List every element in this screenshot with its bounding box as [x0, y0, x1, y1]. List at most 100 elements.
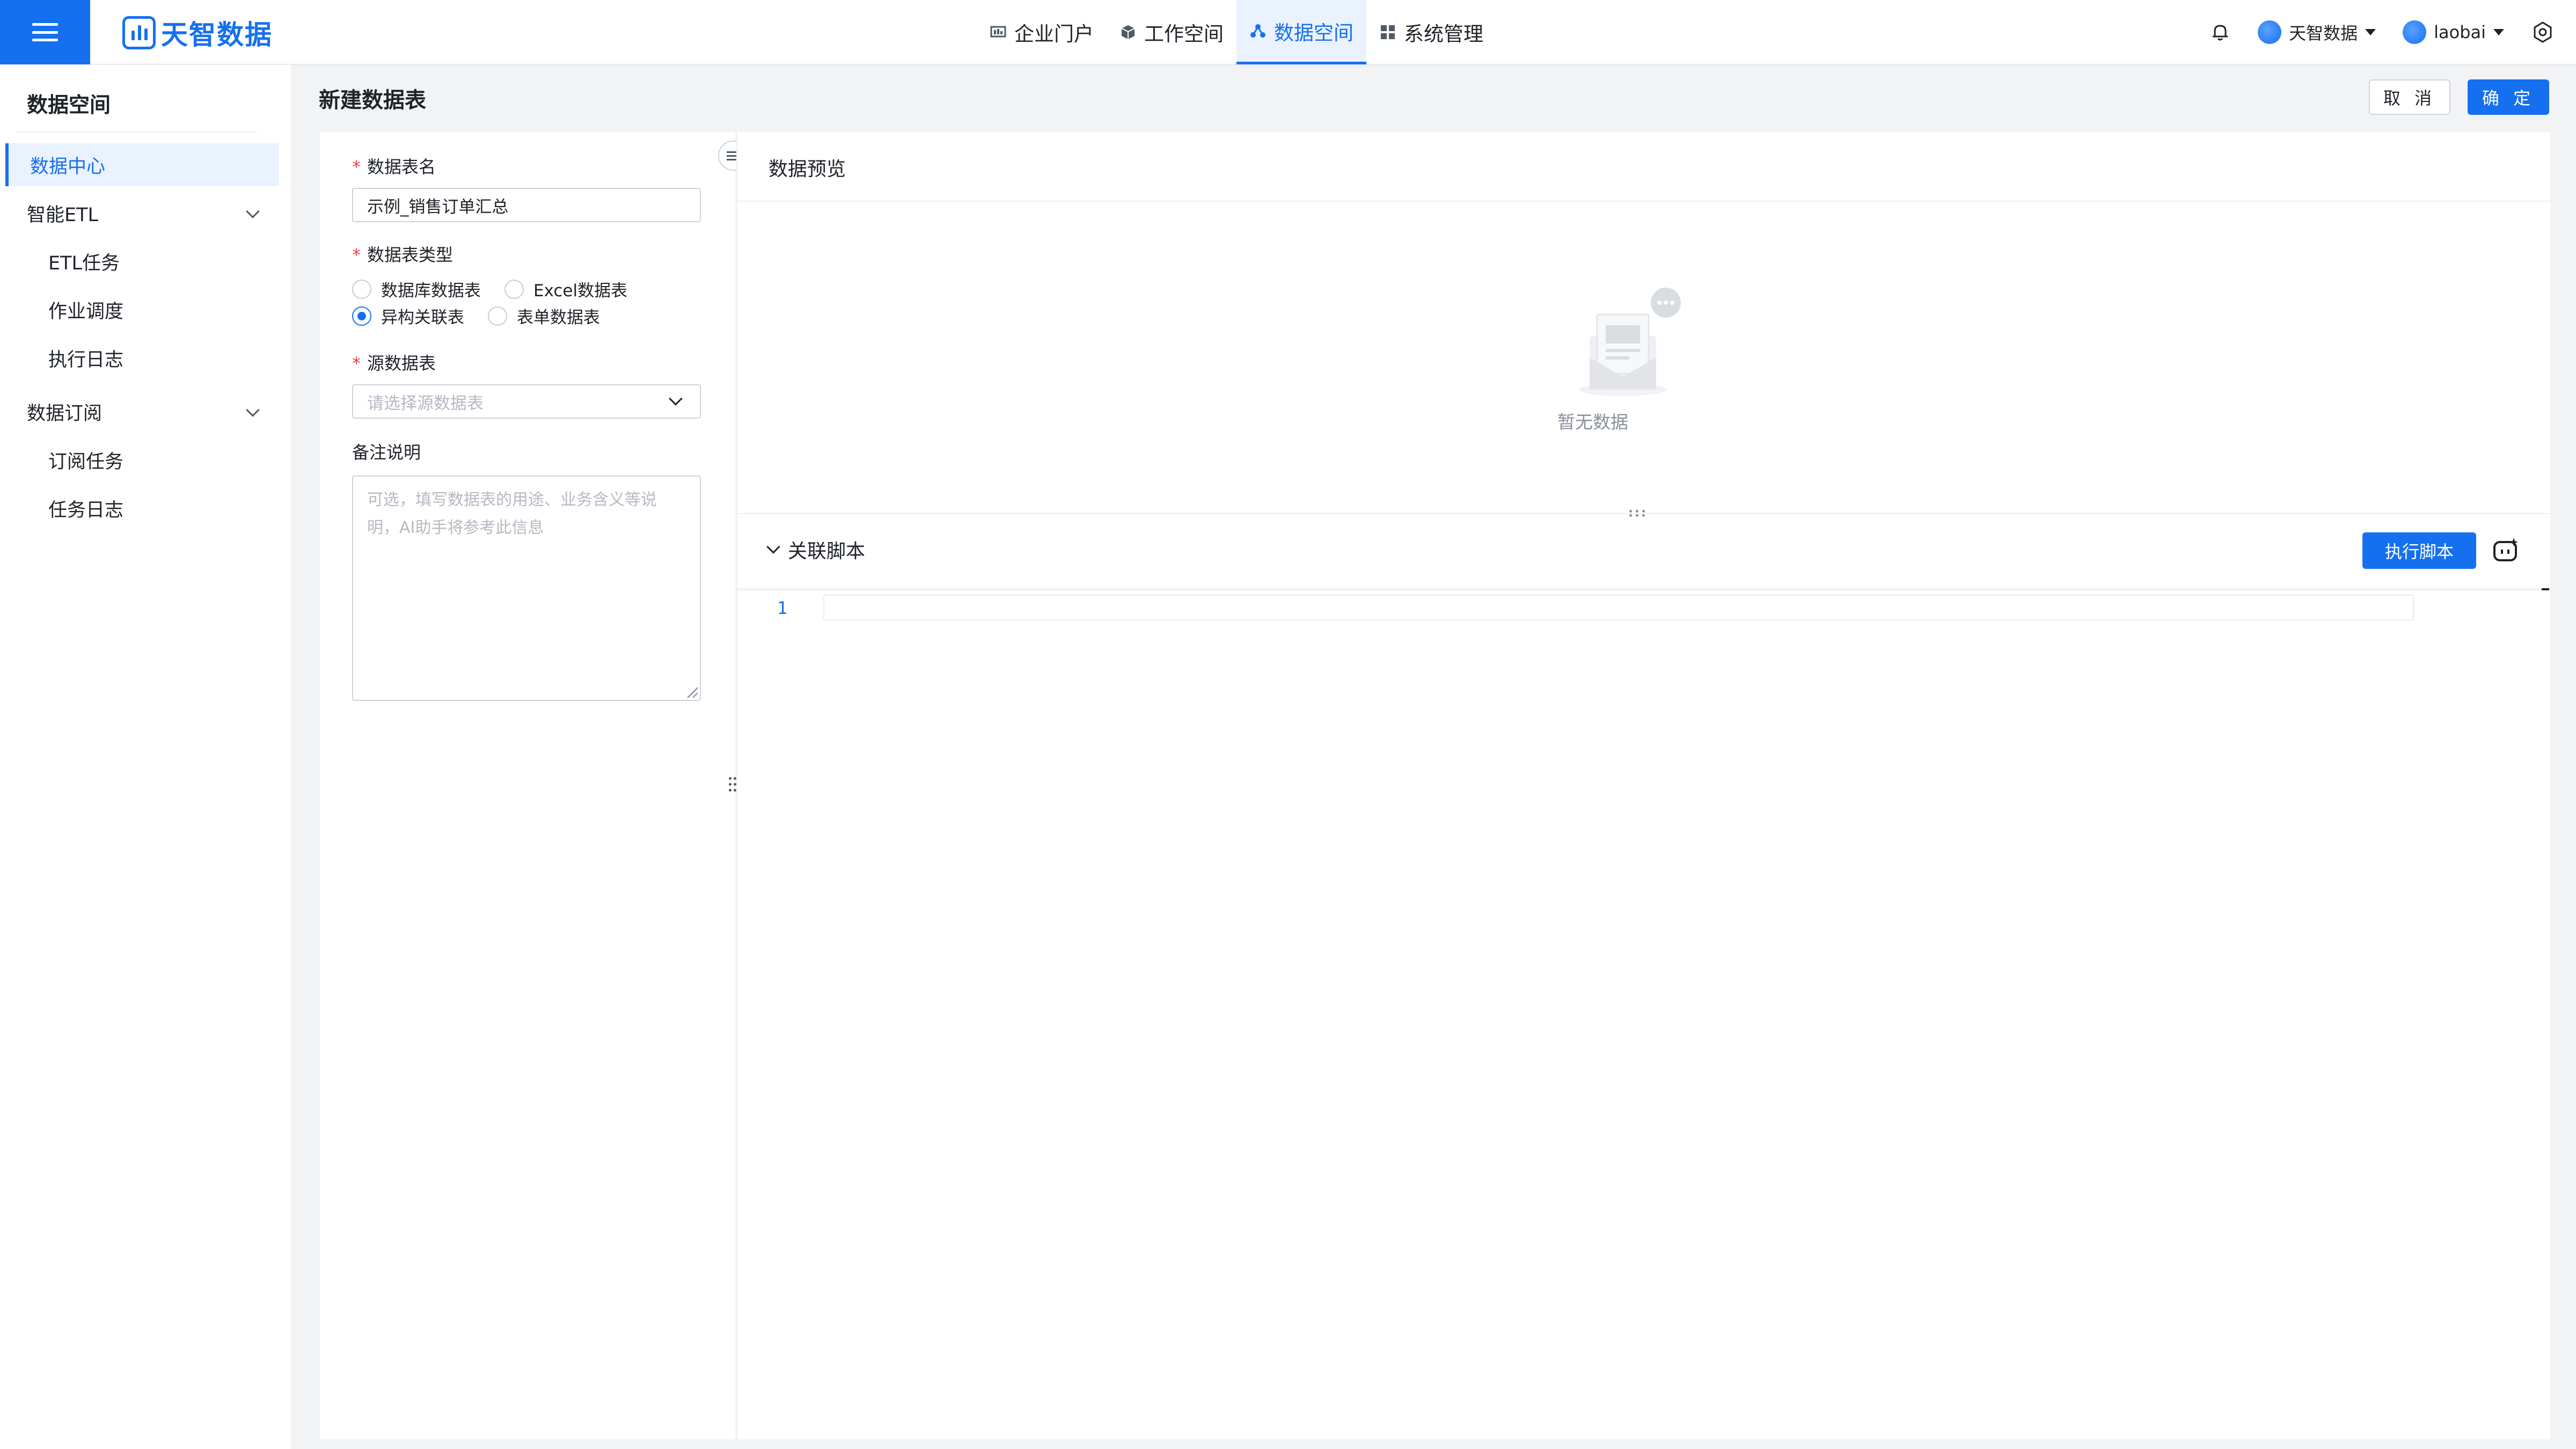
- sidebar: 数据空间 数据中心 智能ETL ETL任务 作业调度 执行日志 数据订阅 订阅任…: [0, 65, 291, 1449]
- sidebar-item-data-center[interactable]: 数据中心: [5, 143, 279, 186]
- avatar: [2403, 20, 2427, 44]
- user-name: laobai: [2434, 22, 2486, 42]
- sidebar-item-label: 执行日志: [48, 349, 124, 371]
- radio-label: 表单数据表: [517, 308, 600, 327]
- nav-label-system: 系统管理: [1404, 23, 1483, 46]
- logo-icon: [122, 16, 156, 49]
- sidebar-item-smart-etl[interactable]: 智能ETL: [5, 192, 279, 235]
- sidebar-item-label: 数据订阅: [27, 402, 103, 425]
- radio-form-table[interactable]: 表单数据表: [488, 304, 600, 328]
- caret-down-icon: [2493, 29, 2504, 35]
- nav-item-workspace[interactable]: 工作空间: [1107, 0, 1236, 64]
- sidebar-item-job-schedule[interactable]: 作业调度: [5, 288, 279, 331]
- ai-assistant-icon[interactable]: [2490, 536, 2522, 566]
- source-table-label: * 源数据表: [352, 350, 436, 375]
- nav-label-workspace: 工作空间: [1144, 23, 1224, 46]
- user-menu[interactable]: laobai: [2403, 20, 2504, 44]
- radio-circle-checked: [352, 306, 371, 326]
- source-table-label-text: 源数据表: [367, 353, 436, 374]
- sidebar-item-etl-tasks[interactable]: ETL任务: [5, 240, 279, 283]
- radio-label: 异构关联表: [381, 308, 464, 327]
- empty-state-text: 暂无数据: [1557, 412, 1628, 433]
- form-panel: * 数据表名 示例_销售订单汇总 * 数据表类型 数据库数据表 Excel数据表 异…: [320, 132, 735, 1439]
- radio-label: Excel数据表: [533, 281, 628, 301]
- chevron-down-icon: [246, 403, 260, 417]
- radio-circle: [488, 306, 507, 326]
- main-nav: 企业门户 工作空间 数据空间 系统管理: [977, 0, 1496, 64]
- hamburger-menu-button[interactable]: [0, 0, 90, 64]
- org-logo-icon: [2258, 20, 2282, 44]
- sidebar-item-label: 数据中心: [30, 156, 106, 178]
- chevron-down-icon: [246, 204, 260, 218]
- nav-label-portal: 企业门户: [1014, 23, 1094, 46]
- code-editor[interactable]: 1: [737, 588, 2551, 1439]
- source-table-select[interactable]: 请选择源数据表: [352, 384, 701, 419]
- note-placeholder: 可选，填写数据表的用途、业务含义等说明，AI助手将参考此信息: [367, 491, 657, 537]
- radio-heterogeneous-table[interactable]: 异构关联表: [352, 304, 464, 328]
- sidebar-item-label: 作业调度: [48, 301, 124, 323]
- table-name-input[interactable]: 示例_销售订单汇总: [352, 188, 701, 222]
- nav-item-portal[interactable]: 企业门户: [977, 0, 1107, 64]
- sidebar-item-subscribe-tasks[interactable]: 订阅任务: [5, 438, 279, 481]
- table-type-row-1: 数据库数据表 Excel数据表: [352, 277, 627, 301]
- empty-inbox-icon: [1579, 288, 1681, 396]
- resize-handle-icon[interactable]: [687, 687, 698, 698]
- required-mark: *: [352, 245, 361, 265]
- preview-and-script-panel: 数据预览 暂无数据 关联脚本 执行脚本 1: [736, 132, 2551, 1439]
- radio-circle: [504, 279, 524, 299]
- chevron-down-icon: [766, 540, 780, 554]
- top-header: 天智数据 企业门户 工作空间 数据空间 系统管理 天智数据 laobai: [0, 0, 2576, 64]
- current-line-highlight[interactable]: [823, 595, 2414, 620]
- required-mark: *: [352, 157, 361, 177]
- data-space-icon: [1250, 24, 1265, 38]
- chevron-down-icon: [669, 392, 683, 406]
- sidebar-item-label: 订阅任务: [48, 451, 124, 473]
- page-title: 新建数据表: [319, 88, 426, 113]
- table-type-label: * 数据表类型: [352, 241, 453, 266]
- note-textarea[interactable]: 可选，填写数据表的用途、业务含义等说明，AI助手将参考此信息: [352, 475, 701, 701]
- preview-title: 数据预览: [769, 158, 846, 180]
- script-section-toggle[interactable]: 关联脚本: [766, 536, 866, 564]
- divider: [737, 201, 2551, 202]
- sidebar-title: 数据空间: [27, 93, 111, 118]
- portal-icon: [990, 26, 1006, 38]
- run-script-button[interactable]: 执行脚本: [2362, 532, 2476, 569]
- radio-circle: [352, 279, 371, 299]
- line-number: 1: [777, 598, 788, 618]
- sidebar-item-data-subscribe[interactable]: 数据订阅: [5, 390, 279, 433]
- sidebar-divider: [16, 131, 258, 133]
- table-type-label-text: 数据表类型: [367, 245, 453, 265]
- bell-icon[interactable]: [2209, 21, 2231, 43]
- org-name: 天智数据: [2289, 23, 2358, 43]
- horizontal-drag-handle[interactable]: [1626, 508, 1648, 518]
- cancel-button[interactable]: 取 消: [2369, 79, 2450, 115]
- brand-logo[interactable]: 天智数据: [122, 16, 273, 50]
- editor-border: [737, 588, 2551, 590]
- sidebar-item-label: ETL任务: [48, 252, 120, 274]
- nav-label-data-space: 数据空间: [1274, 21, 1353, 45]
- brand-name: 天智数据: [161, 19, 273, 50]
- nav-item-system[interactable]: 系统管理: [1366, 0, 1496, 64]
- nav-item-data-space[interactable]: 数据空间: [1236, 0, 1366, 64]
- hamburger-icon: [32, 23, 58, 41]
- radio-label: 数据库数据表: [381, 281, 481, 301]
- script-section-title: 关联脚本: [788, 540, 866, 562]
- required-mark: *: [352, 353, 361, 374]
- source-table-placeholder: 请选择源数据表: [367, 393, 484, 413]
- caret-down-icon: [2365, 29, 2376, 35]
- cube-icon: [1121, 25, 1135, 39]
- header-actions: 天智数据 laobai: [2209, 0, 2555, 64]
- note-label: 备注说明: [352, 442, 421, 463]
- confirm-button[interactable]: 确 定: [2468, 79, 2549, 115]
- table-name-label-text: 数据表名: [367, 157, 436, 177]
- radio-database-table[interactable]: 数据库数据表: [352, 277, 481, 301]
- gear-icon[interactable]: [2531, 20, 2555, 44]
- sidebar-item-task-log[interactable]: 任务日志: [5, 487, 279, 530]
- table-type-row-2: 异构关联表 表单数据表: [352, 304, 600, 328]
- sidebar-item-label: 任务日志: [48, 499, 124, 521]
- org-switcher[interactable]: 天智数据: [2258, 20, 2376, 45]
- radio-excel-table[interactable]: Excel数据表: [504, 277, 627, 301]
- sidebar-item-exec-log[interactable]: 执行日志: [5, 336, 279, 379]
- table-name-label: * 数据表名: [352, 153, 436, 178]
- grid-icon: [1381, 25, 1395, 39]
